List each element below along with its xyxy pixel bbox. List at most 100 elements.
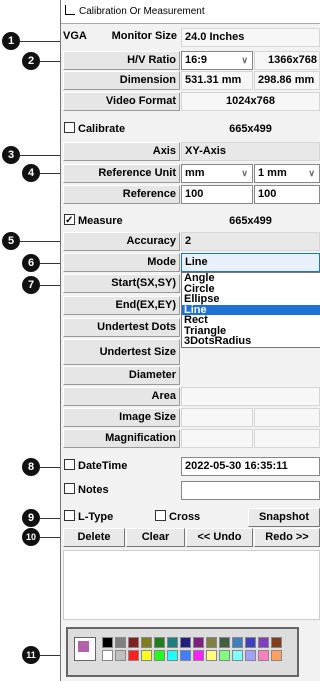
mode-option-ellipse[interactable]: Ellipse [182, 294, 320, 305]
image-size-value-1 [181, 408, 253, 427]
notes-input[interactable] [181, 481, 320, 500]
color-swatch[interactable] [271, 637, 282, 648]
video-format-value: 1024x768 [181, 92, 320, 111]
color-swatch[interactable] [232, 637, 243, 648]
color-swatch[interactable] [245, 650, 256, 661]
color-swatch[interactable] [245, 637, 256, 648]
calibrate-size-value: 665x499 [229, 123, 272, 135]
callout-marker: 9 [22, 509, 40, 527]
accuracy-label: Accuracy [63, 232, 180, 251]
callout-line [20, 155, 65, 156]
callout-marker: 5 [2, 232, 20, 250]
resolution-value: 1366x768 [254, 51, 320, 70]
video-format-label: Video Format [63, 92, 180, 111]
checkbox-icon [64, 459, 75, 470]
color-swatch[interactable] [193, 650, 204, 661]
calibrate-checkbox[interactable]: Calibrate [64, 121, 179, 140]
results-area [63, 550, 320, 620]
axis-value[interactable]: XY-Axis [181, 142, 320, 161]
dimension-height: 298.86 mm [254, 71, 320, 90]
clear-button[interactable]: Clear [126, 528, 185, 547]
datetime-checkbox[interactable]: DateTime [64, 458, 179, 477]
calibration-panel: Calibration Or Measurement VGA Monitor S… [60, 0, 320, 681]
color-swatch[interactable] [115, 637, 126, 648]
color-swatch[interactable] [154, 637, 165, 648]
checkbox-icon [64, 483, 75, 494]
color-swatch[interactable] [206, 650, 217, 661]
undo-button[interactable]: << Undo [186, 528, 253, 547]
calibrate-label: Calibrate [78, 123, 126, 135]
reference-input-2[interactable]: 100 [254, 185, 320, 204]
color-swatch[interactable] [128, 650, 139, 661]
window-title: Calibration Or Measurement [79, 6, 205, 17]
vga-label: VGA [63, 30, 87, 42]
monitor-size-label: Monitor Size [111, 30, 177, 42]
cross-checkbox[interactable]: Cross [155, 509, 245, 528]
color-swatch[interactable] [154, 650, 165, 661]
start-label: Start(SX,SY) [63, 274, 180, 293]
measure-checkbox[interactable]: Measure [64, 212, 179, 232]
reference-unit-select-2[interactable]: 1 mm ∨ [254, 164, 320, 183]
callout-marker: 1 [2, 32, 20, 50]
reference-unit-label: Reference Unit [63, 164, 180, 183]
mode-label: Mode [63, 253, 180, 272]
checkbox-icon [64, 122, 75, 133]
color-swatch[interactable] [219, 650, 230, 661]
hv-ratio-value: 16:9 [185, 54, 208, 66]
ltype-label: L-Type [78, 511, 114, 523]
image-size-label: Image Size [63, 408, 180, 427]
mode-select[interactable]: Line [181, 253, 320, 272]
notes-checkbox[interactable]: Notes [64, 482, 179, 501]
checkbox-icon [155, 510, 166, 521]
color-swatch[interactable] [193, 637, 204, 648]
accuracy-value[interactable]: 2 [181, 232, 320, 251]
area-value [181, 387, 320, 406]
color-swatch[interactable] [102, 650, 113, 661]
color-swatch[interactable] [219, 637, 230, 648]
color-swatch[interactable] [258, 650, 269, 661]
reference-unit-value-2: 1 mm [258, 167, 287, 179]
hv-ratio-select[interactable]: 16:9 ∨ [181, 51, 253, 70]
reference-input-1[interactable]: 100 [181, 185, 253, 204]
ltype-checkbox[interactable]: L-Type [64, 509, 144, 528]
undertest-dots-label: Undertest Dots [63, 318, 180, 337]
color-swatch[interactable] [232, 650, 243, 661]
magnification-value-2 [254, 429, 320, 448]
datetime-value[interactable]: 2022-05-30 16:35:11 [181, 457, 320, 476]
color-swatch[interactable] [180, 650, 191, 661]
mode-value: Line [185, 256, 208, 268]
callout-marker: 11 [22, 646, 40, 664]
color-swatch[interactable] [258, 637, 269, 648]
color-swatch[interactable] [128, 637, 139, 648]
color-swatch[interactable] [167, 650, 178, 661]
cross-label: Cross [169, 511, 201, 523]
snapshot-button[interactable]: Snapshot [248, 508, 320, 527]
mode-option-angle[interactable]: Angle [182, 273, 320, 284]
magnification-label: Magnification [63, 429, 180, 448]
reference-unit-select[interactable]: mm ∨ [181, 164, 253, 183]
redo-button[interactable]: Redo >> [254, 528, 320, 547]
color-swatch[interactable] [167, 637, 178, 648]
callout-marker: 3 [2, 146, 20, 164]
magnification-value-1 [181, 429, 253, 448]
color-swatch[interactable] [102, 637, 113, 648]
callout-marker: 2 [22, 52, 40, 70]
callout-marker: 7 [22, 276, 40, 294]
mode-option-3dotsradius[interactable]: 3DotsRadius [182, 336, 320, 347]
color-swatch[interactable] [115, 650, 126, 661]
color-swatch[interactable] [180, 637, 191, 648]
mode-dropdown-list[interactable]: Angle Circle Ellipse Line Rect Triangle … [181, 272, 320, 348]
current-color-preview[interactable] [74, 637, 96, 661]
measure-label: Measure [78, 215, 123, 227]
color-swatch[interactable] [206, 637, 217, 648]
color-swatch[interactable] [271, 650, 282, 661]
color-swatch[interactable] [141, 650, 152, 661]
color-palette [66, 627, 299, 677]
notes-label: Notes [78, 484, 109, 496]
reference-unit-value: mm [185, 167, 205, 179]
mode-option-rect[interactable]: Rect [182, 315, 320, 326]
delete-button[interactable]: Delete [63, 528, 125, 547]
callout-marker: 4 [22, 164, 40, 182]
color-swatch[interactable] [141, 637, 152, 648]
undertest-size-label: Undertest Size [63, 339, 180, 365]
